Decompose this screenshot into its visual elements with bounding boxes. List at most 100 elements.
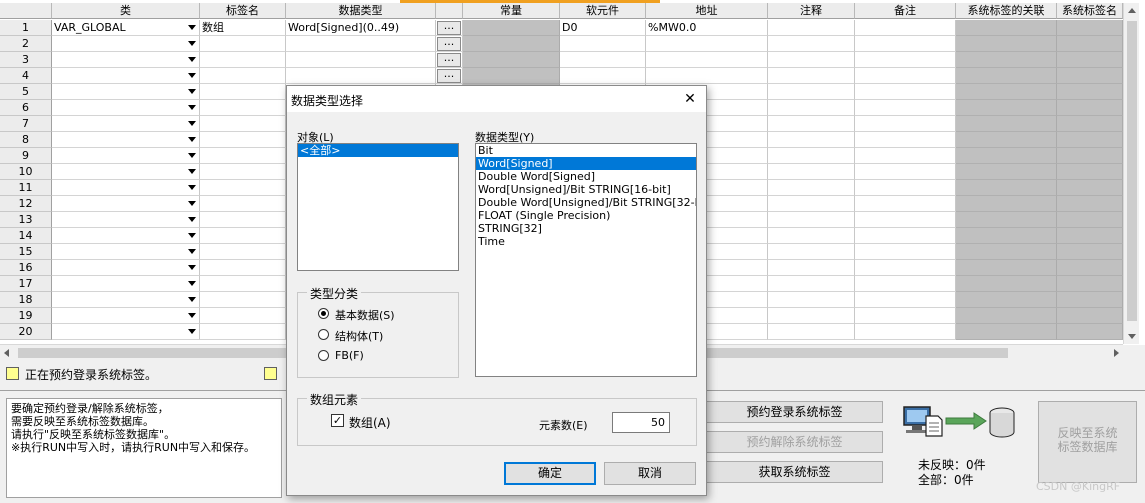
cell-system-label-name[interactable] — [1057, 148, 1123, 164]
dropdown-arrow-icon[interactable] — [188, 281, 196, 286]
cell-system-label-link[interactable] — [956, 228, 1057, 244]
cell-device[interactable] — [560, 68, 646, 84]
radio-fb-label[interactable]: FB(F) — [335, 349, 364, 362]
dropdown-arrow-icon[interactable] — [188, 313, 196, 318]
reserve-system-label-button[interactable]: 预约登录系统标签 — [706, 401, 883, 423]
header-remark[interactable]: 备注 — [855, 3, 956, 19]
cell-constant[interactable] — [463, 20, 560, 36]
cell-system-label-name[interactable] — [1057, 164, 1123, 180]
cell-system-label-link[interactable] — [956, 132, 1057, 148]
dropdown-arrow-icon[interactable] — [188, 217, 196, 222]
cell-remark[interactable] — [855, 196, 956, 212]
datatype-item-time[interactable]: Time — [476, 235, 696, 248]
cell-system-label-link[interactable] — [956, 20, 1057, 36]
dropdown-arrow-icon[interactable] — [188, 329, 196, 334]
cell-class[interactable] — [52, 324, 200, 340]
cell-data-type[interactable]: Word[Signed](0..49) — [286, 20, 436, 36]
header-label-name[interactable]: 标签名 — [200, 3, 286, 19]
row-number[interactable]: 18 — [0, 292, 52, 308]
cell-class[interactable]: VAR_GLOBAL — [52, 20, 200, 36]
cell-comment[interactable] — [768, 244, 855, 260]
dropdown-arrow-icon[interactable] — [188, 41, 196, 46]
cell-system-label-name[interactable] — [1057, 116, 1123, 132]
cancel-reserve-system-label-button[interactable]: 预约解除系统标签 — [706, 431, 883, 453]
cell-remark[interactable] — [855, 292, 956, 308]
cell-label-name[interactable] — [200, 212, 286, 228]
cell-constant[interactable] — [463, 68, 560, 84]
cell-comment[interactable] — [768, 68, 855, 84]
cell-class[interactable] — [52, 244, 200, 260]
cell-comment[interactable] — [768, 132, 855, 148]
cancel-button[interactable]: 取消 — [604, 462, 696, 485]
cell-comment[interactable] — [768, 292, 855, 308]
row-number[interactable]: 7 — [0, 116, 52, 132]
cell-label-name[interactable] — [200, 244, 286, 260]
cell-system-label-name[interactable] — [1057, 212, 1123, 228]
cell-system-label-link[interactable] — [956, 52, 1057, 68]
cell-system-label-link[interactable] — [956, 36, 1057, 52]
cell-system-label-name[interactable] — [1057, 276, 1123, 292]
dropdown-arrow-icon[interactable] — [188, 153, 196, 158]
row-number[interactable]: 15 — [0, 244, 52, 260]
cell-label-name[interactable] — [200, 324, 286, 340]
cell-label-name[interactable] — [200, 52, 286, 68]
cell-label-name[interactable] — [200, 100, 286, 116]
cell-remark[interactable] — [855, 84, 956, 100]
row-number[interactable]: 19 — [0, 308, 52, 324]
datatype-item-word-unsigned[interactable]: Word[Unsigned]/Bit STRING[16-bit] — [476, 183, 696, 196]
cell-system-label-name[interactable] — [1057, 100, 1123, 116]
dropdown-arrow-icon[interactable] — [188, 25, 196, 30]
cell-constant[interactable] — [463, 52, 560, 68]
datatype-item-word-signed[interactable]: Word[Signed] — [476, 157, 696, 170]
cell-label-name[interactable] — [200, 116, 286, 132]
cell-comment[interactable] — [768, 212, 855, 228]
cell-class[interactable] — [52, 164, 200, 180]
cell-system-label-name[interactable] — [1057, 132, 1123, 148]
row-number[interactable]: 4 — [0, 68, 52, 84]
radio-basic-data[interactable] — [318, 308, 329, 319]
cell-system-label-link[interactable] — [956, 116, 1057, 132]
cell-label-name[interactable] — [200, 308, 286, 324]
cell-remark[interactable] — [855, 116, 956, 132]
cell-comment[interactable] — [768, 116, 855, 132]
cell-system-label-name[interactable] — [1057, 180, 1123, 196]
datatype-item-bit[interactable]: Bit — [476, 144, 696, 157]
cell-class[interactable] — [52, 228, 200, 244]
row-number[interactable]: 2 — [0, 36, 52, 52]
vertical-scroll-thumb[interactable] — [1127, 21, 1137, 321]
cell-comment[interactable] — [768, 180, 855, 196]
cell-label-name[interactable] — [200, 148, 286, 164]
cell-address[interactable] — [646, 52, 768, 68]
cell-class[interactable] — [52, 196, 200, 212]
dropdown-arrow-icon[interactable] — [188, 89, 196, 94]
cell-label-name[interactable] — [200, 196, 286, 212]
row-number[interactable]: 1 — [0, 20, 52, 36]
row-number[interactable]: 16 — [0, 260, 52, 276]
cell-device[interactable]: D0 — [560, 20, 646, 36]
cell-class[interactable] — [52, 276, 200, 292]
array-checkbox[interactable]: ✓ — [331, 414, 344, 427]
datatype-list[interactable]: Bit Word[Signed] Double Word[Signed] Wor… — [475, 143, 697, 377]
cell-system-label-link[interactable] — [956, 292, 1057, 308]
cell-label-name[interactable] — [200, 276, 286, 292]
cell-system-label-link[interactable] — [956, 100, 1057, 116]
dropdown-arrow-icon[interactable] — [188, 121, 196, 126]
scroll-up-icon[interactable] — [1128, 8, 1136, 13]
cell-remark[interactable] — [855, 180, 956, 196]
dropdown-arrow-icon[interactable] — [188, 297, 196, 302]
cell-label-name[interactable] — [200, 132, 286, 148]
header-system-label-name[interactable]: 系统标签名 — [1057, 3, 1123, 19]
close-icon[interactable]: ✕ — [679, 89, 701, 109]
cell-system-label-name[interactable] — [1057, 68, 1123, 84]
cell-class[interactable] — [52, 308, 200, 324]
cell-comment[interactable] — [768, 100, 855, 116]
cell-remark[interactable] — [855, 68, 956, 84]
dropdown-arrow-icon[interactable] — [188, 57, 196, 62]
cell-class[interactable] — [52, 212, 200, 228]
dropdown-arrow-icon[interactable] — [188, 105, 196, 110]
cell-comment[interactable] — [768, 196, 855, 212]
cell-system-label-link[interactable] — [956, 164, 1057, 180]
cell-address[interactable] — [646, 36, 768, 52]
row-number[interactable]: 17 — [0, 276, 52, 292]
cell-comment[interactable] — [768, 36, 855, 52]
